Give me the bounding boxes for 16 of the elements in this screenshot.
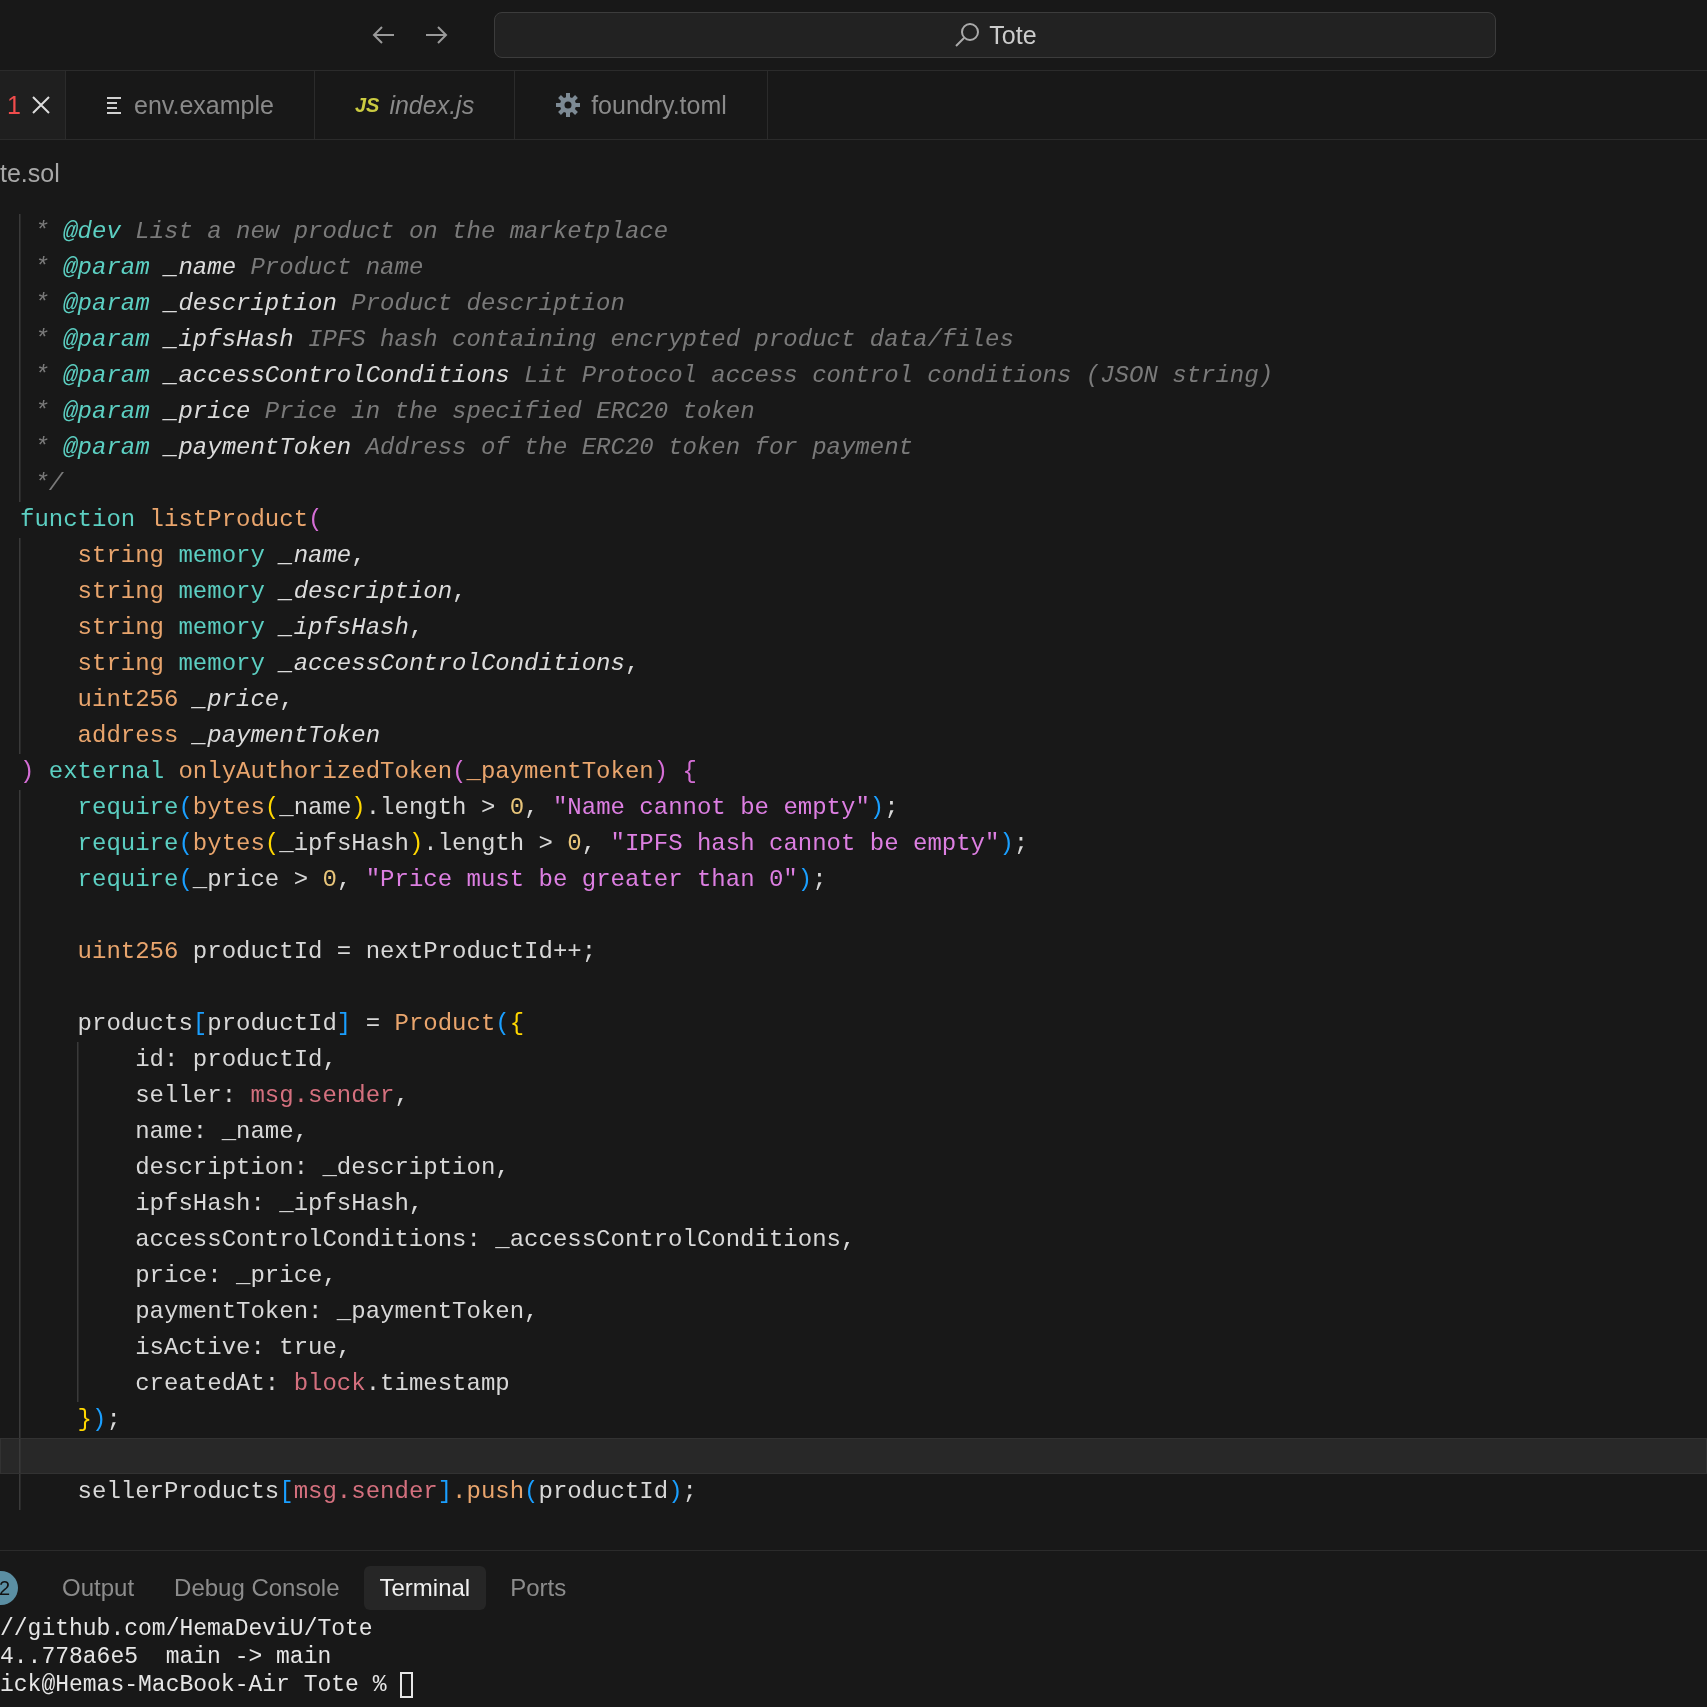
panel-tab[interactable]: Terminal — [363, 1566, 487, 1610]
count-badge: 2 — [0, 1571, 18, 1605]
search-field[interactable]: Tote — [494, 12, 1496, 58]
terminal-line: 4..778a6e5 main -> main — [0, 1643, 332, 1671]
editor-tab[interactable]: 1 — [0, 71, 66, 139]
panel-tab[interactable]: Output — [46, 1566, 151, 1610]
lines-icon — [106, 95, 124, 115]
terminal-cursor — [400, 1672, 414, 1698]
gear-icon — [555, 92, 582, 118]
terminal-line: ick@Hemas-MacBook-Air Tote % — [0, 1671, 387, 1699]
terminal-line: //github.com/HemaDeviU/Tote — [0, 1615, 373, 1643]
close-icon[interactable] — [31, 95, 51, 115]
panel-tab[interactable]: Debug Console — [158, 1566, 356, 1610]
breadcrumb-item[interactable]: te.sol — [0, 158, 60, 188]
search-icon — [953, 21, 982, 49]
panel-tab[interactable]: Ports — [494, 1566, 583, 1610]
